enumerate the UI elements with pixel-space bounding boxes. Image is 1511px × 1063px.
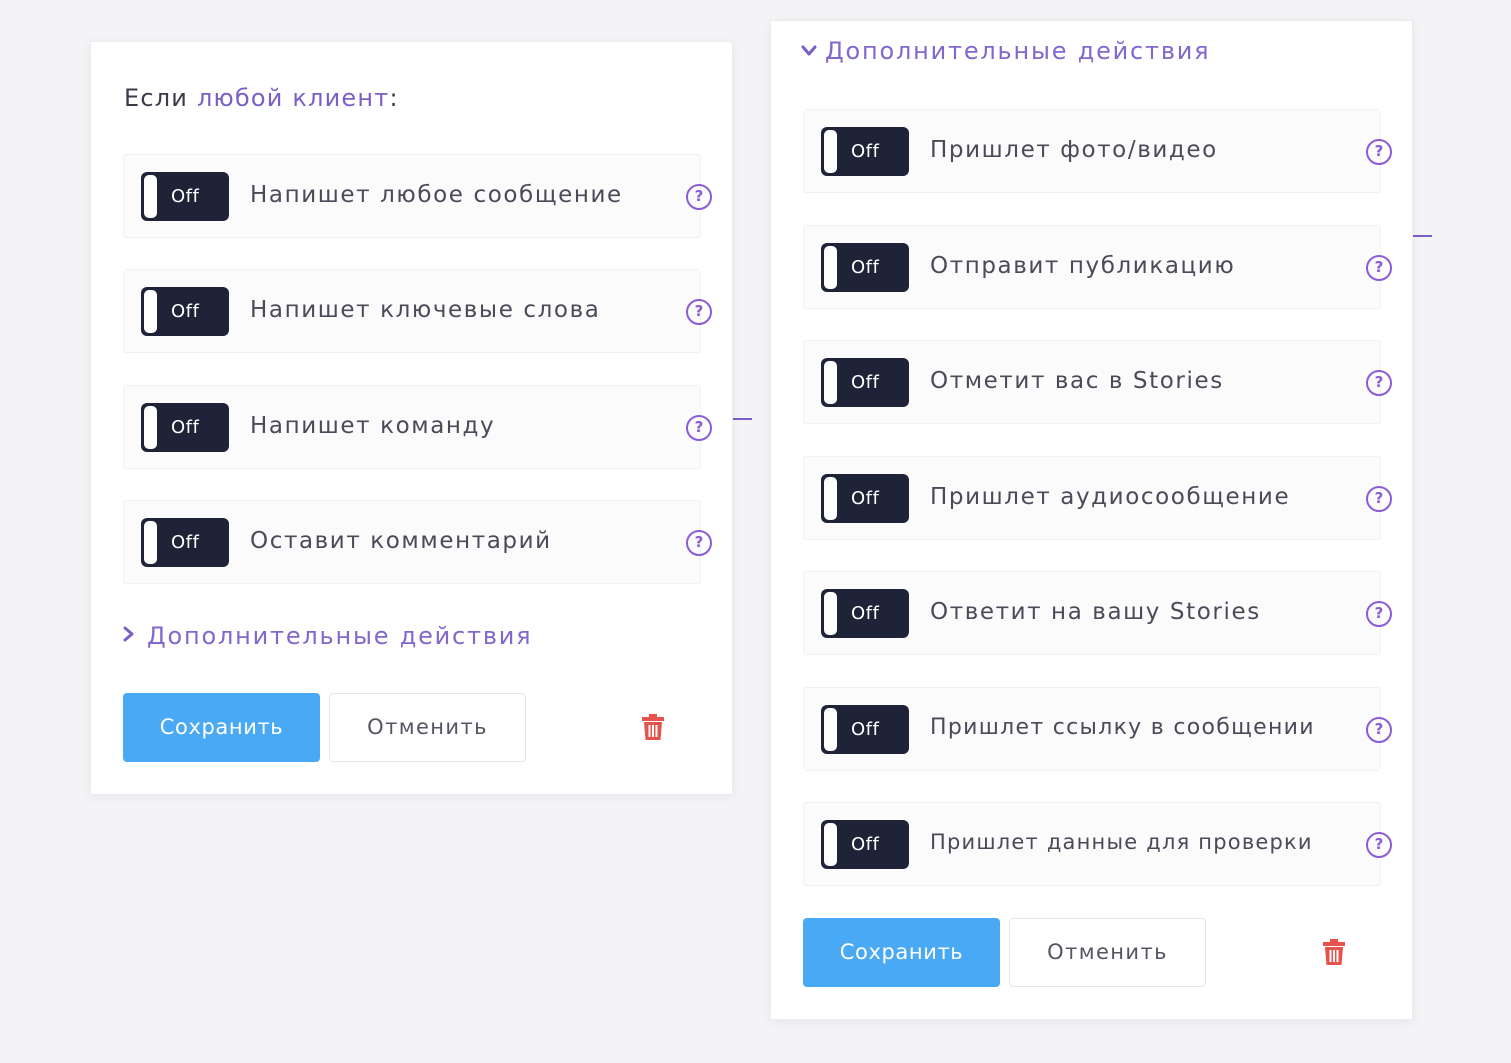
action-label: Пришлет аудиосообщение	[930, 484, 1291, 510]
toggle-knob	[824, 130, 837, 173]
save-button[interactable]: Сохранить	[123, 693, 320, 762]
toggle-switch[interactable]: Off	[821, 358, 909, 407]
action-label: Пришлет ссылку в сообщении	[930, 715, 1315, 740]
toggle-switch[interactable]: Off	[141, 287, 229, 336]
question-circle-icon[interactable]: ?	[686, 184, 712, 210]
heading-prefix: Если	[124, 84, 197, 112]
trigger-row-comment: Off Оставит комментарий ?	[123, 500, 712, 584]
action-row-verification-data: Off Пришлет данные для проверки ?	[803, 802, 1392, 886]
toggle-state-label: Off	[851, 719, 880, 740]
action-label: Ответит на вашу Stories	[930, 599, 1261, 625]
action-row-photo-video: Off Пришлет фото/видео ?	[803, 109, 1392, 193]
action-label: Отметит вас в Stories	[930, 368, 1224, 394]
save-button[interactable]: Сохранить	[803, 918, 1000, 987]
client-selector-link[interactable]: любой клиент	[197, 84, 390, 112]
toggle-state-label: Off	[851, 834, 880, 855]
question-circle-icon[interactable]: ?	[1366, 601, 1392, 627]
toggle-state-label: Off	[851, 603, 880, 624]
toggle-switch[interactable]: Off	[141, 403, 229, 452]
question-circle-icon[interactable]: ?	[1366, 255, 1392, 281]
cancel-button[interactable]: Отменить	[1009, 918, 1206, 987]
toggle-knob	[824, 361, 837, 404]
toggle-state-label: Off	[171, 417, 200, 438]
canvas: Если любой клиент: Off Напишет любое соо…	[0, 0, 1511, 1063]
trigger-row-command: Off Напишет команду ?	[123, 385, 712, 469]
toggle-knob	[824, 823, 837, 866]
connector-line-right	[1413, 235, 1432, 237]
more-actions-toggle[interactable]: Дополнительные действия	[123, 622, 532, 650]
trigger-row-keywords: Off Напишет ключевые слова ?	[123, 269, 712, 353]
toggle-state-label: Off	[851, 257, 880, 278]
card-heading: Если любой клиент:	[124, 84, 399, 112]
cancel-button[interactable]: Отменить	[329, 693, 526, 762]
toggle-state-label: Off	[851, 141, 880, 162]
question-circle-icon[interactable]: ?	[1366, 832, 1392, 858]
more-actions-toggle[interactable]: Дополнительные действия	[801, 37, 1210, 65]
chevron-down-icon	[801, 41, 825, 62]
action-row-audio: Off Пришлет аудиосообщение ?	[803, 456, 1392, 540]
connector-line-left	[733, 418, 752, 420]
toggle-state-label: Off	[171, 532, 200, 553]
trash-icon[interactable]	[642, 714, 664, 740]
question-circle-icon[interactable]: ?	[686, 530, 712, 556]
toggle-state-label: Off	[171, 301, 200, 322]
toggle-knob	[824, 708, 837, 751]
more-actions-label: Дополнительные действия	[825, 37, 1211, 65]
action-row-story-mention: Off Отметит вас в Stories ?	[803, 340, 1392, 424]
trigger-label: Оставит комментарий	[250, 528, 552, 554]
trigger-label: Напишет ключевые слова	[250, 297, 601, 323]
question-circle-icon[interactable]: ?	[1366, 139, 1392, 165]
toggle-state-label: Off	[851, 488, 880, 509]
toggle-knob	[824, 592, 837, 635]
action-row-link: Off Пришлет ссылку в сообщении ?	[803, 687, 1392, 771]
toggle-knob	[144, 175, 157, 218]
toggle-switch[interactable]: Off	[821, 705, 909, 754]
action-label: Отправит публикацию	[930, 253, 1236, 279]
toggle-state-label: Off	[851, 372, 880, 393]
toggle-knob	[144, 406, 157, 449]
action-label: Пришлет фото/видео	[930, 137, 1218, 163]
trash-icon[interactable]	[1323, 939, 1345, 965]
toggle-switch[interactable]: Off	[821, 474, 909, 523]
toggle-knob	[144, 521, 157, 564]
trigger-label: Напишет любое сообщение	[250, 182, 623, 208]
trigger-label: Напишет команду	[250, 413, 496, 439]
toggle-switch[interactable]: Off	[821, 127, 909, 176]
action-row-publication: Off Отправит публикацию ?	[803, 225, 1392, 309]
action-row-story-reply: Off Ответит на вашу Stories ?	[803, 571, 1392, 655]
trigger-row-any-message: Off Напишет любое сообщение ?	[123, 154, 712, 238]
toggle-knob	[824, 246, 837, 289]
toggle-knob	[144, 290, 157, 333]
toggle-switch[interactable]: Off	[821, 820, 909, 869]
toggle-knob	[824, 477, 837, 520]
question-circle-icon[interactable]: ?	[686, 299, 712, 325]
question-circle-icon[interactable]: ?	[686, 415, 712, 441]
toggle-switch[interactable]: Off	[821, 243, 909, 292]
question-circle-icon[interactable]: ?	[1366, 370, 1392, 396]
trigger-card: Если любой клиент: Off Напишет любое соо…	[90, 41, 733, 795]
toggle-switch[interactable]: Off	[821, 589, 909, 638]
more-actions-label: Дополнительные действия	[147, 622, 533, 650]
action-label: Пришлет данные для проверки	[930, 830, 1313, 854]
toggle-switch[interactable]: Off	[141, 518, 229, 567]
heading-suffix: :	[389, 84, 399, 112]
toggle-state-label: Off	[171, 186, 200, 207]
question-circle-icon[interactable]: ?	[1366, 717, 1392, 743]
more-actions-card: Дополнительные действия Off Пришлет фото…	[770, 20, 1413, 1020]
question-circle-icon[interactable]: ?	[1366, 486, 1392, 512]
toggle-switch[interactable]: Off	[141, 172, 229, 221]
chevron-right-icon	[123, 626, 147, 647]
